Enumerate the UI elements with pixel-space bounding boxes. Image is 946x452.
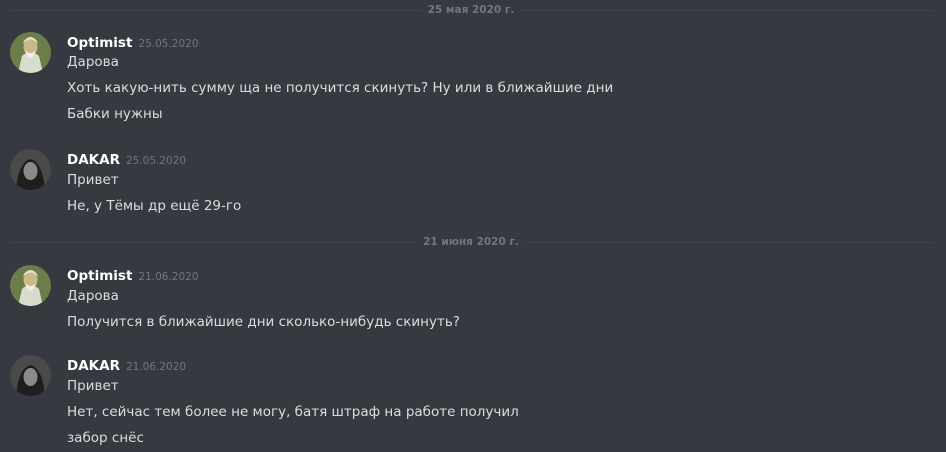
- date-divider-label: 25 мая 2020 г.: [421, 2, 521, 18]
- timestamp: 25.05.2020: [125, 155, 187, 167]
- dark-figure-avatar-icon[interactable]: [10, 355, 51, 396]
- timestamp: 25.05.2020: [138, 38, 199, 50]
- message-text: Бабки нужны: [67, 106, 163, 122]
- username[interactable]: DAKAR: [67, 152, 120, 168]
- message-text: Не, у Тёмы др ещё 29-го: [67, 198, 242, 214]
- chat-messages-area[interactable]: 25 мая 2020 г. Optimist 25.05.2020 Дарова…: [0, 0, 946, 452]
- message-header: DAKAR 21.06.2020: [67, 355, 187, 374]
- dark-figure-avatar-icon[interactable]: [10, 149, 51, 190]
- message-text: Дарова: [67, 54, 119, 70]
- message-text: Дарова: [67, 288, 119, 304]
- message-text: Привет: [67, 378, 119, 394]
- message-text: Привет: [67, 172, 119, 188]
- message-text: Нет, сейчас тем более не могу, батя штра…: [67, 404, 519, 420]
- date-divider: 21 июня 2020 г.: [10, 234, 932, 250]
- date-divider: 25 мая 2020 г.: [10, 2, 932, 18]
- username[interactable]: Optimist: [67, 268, 132, 284]
- message-header: DAKAR 25.05.2020: [67, 149, 187, 168]
- message-text: Получится в ближайшие дни сколько-нибудь…: [67, 314, 460, 330]
- timestamp: 21.06.2020: [138, 271, 199, 283]
- message-text: Хоть какую-нить сумму ща не получится ск…: [67, 80, 614, 96]
- message-header: Optimist 21.06.2020: [67, 265, 199, 284]
- username[interactable]: Optimist: [67, 35, 132, 51]
- sage-avatar-icon[interactable]: [10, 265, 51, 306]
- sage-avatar-icon[interactable]: [10, 32, 51, 73]
- username[interactable]: DAKAR: [67, 358, 120, 374]
- message-header: Optimist 25.05.2020: [67, 32, 199, 51]
- timestamp: 21.06.2020: [125, 361, 187, 373]
- date-divider-label: 21 июня 2020 г.: [417, 234, 525, 250]
- message-text: забор снёс: [67, 430, 144, 446]
